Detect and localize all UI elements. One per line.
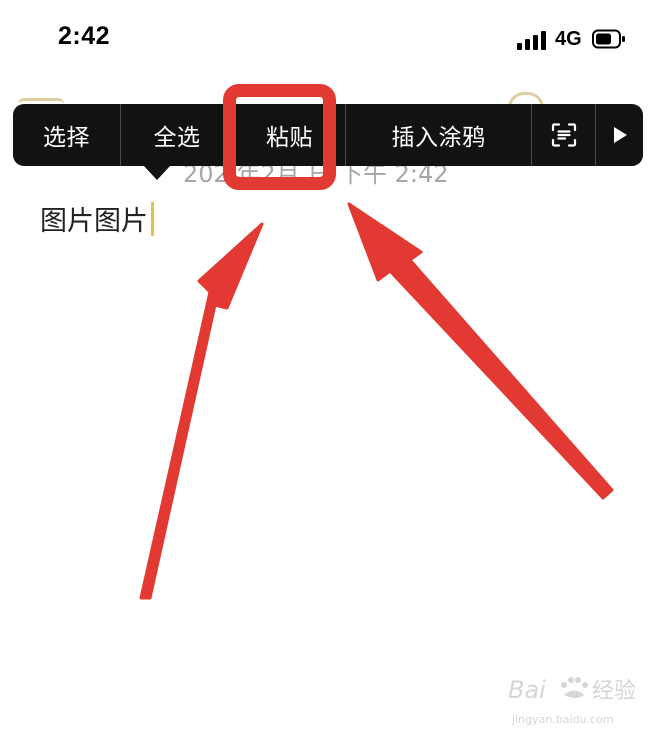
cellular-signal-icon: [517, 30, 547, 50]
left-arrow: [139, 222, 264, 600]
more-options-button[interactable]: [596, 104, 643, 166]
select-button[interactable]: 选择: [13, 104, 121, 166]
text-cursor: [151, 201, 154, 236]
svg-text:经验: 经验: [592, 679, 636, 704]
live-text-scan-button[interactable]: [532, 104, 596, 166]
battery-icon: [592, 29, 625, 49]
note-body[interactable]: 图片图片: [40, 199, 154, 238]
play-right-arrow-icon: [613, 127, 627, 143]
note-body-text: 图片图片: [40, 206, 148, 237]
right-arrow: [347, 202, 614, 500]
select-all-button[interactable]: 全选: [121, 104, 234, 166]
watermark-logo: Bai 经验 jingyan.baidu.com: [508, 676, 636, 726]
status-time: 2:42: [58, 22, 111, 50]
svg-text:jingyan.baidu.com: jingyan.baidu.com: [511, 713, 614, 726]
live-text-scan-icon: [551, 123, 576, 147]
network-type: 4G: [555, 28, 582, 50]
svg-text:Bai: Bai: [508, 676, 546, 704]
highlight-box: [223, 84, 336, 190]
insert-drawing-button[interactable]: 插入涂鸦: [346, 104, 532, 166]
menu-pointer-arrow: [143, 165, 171, 180]
